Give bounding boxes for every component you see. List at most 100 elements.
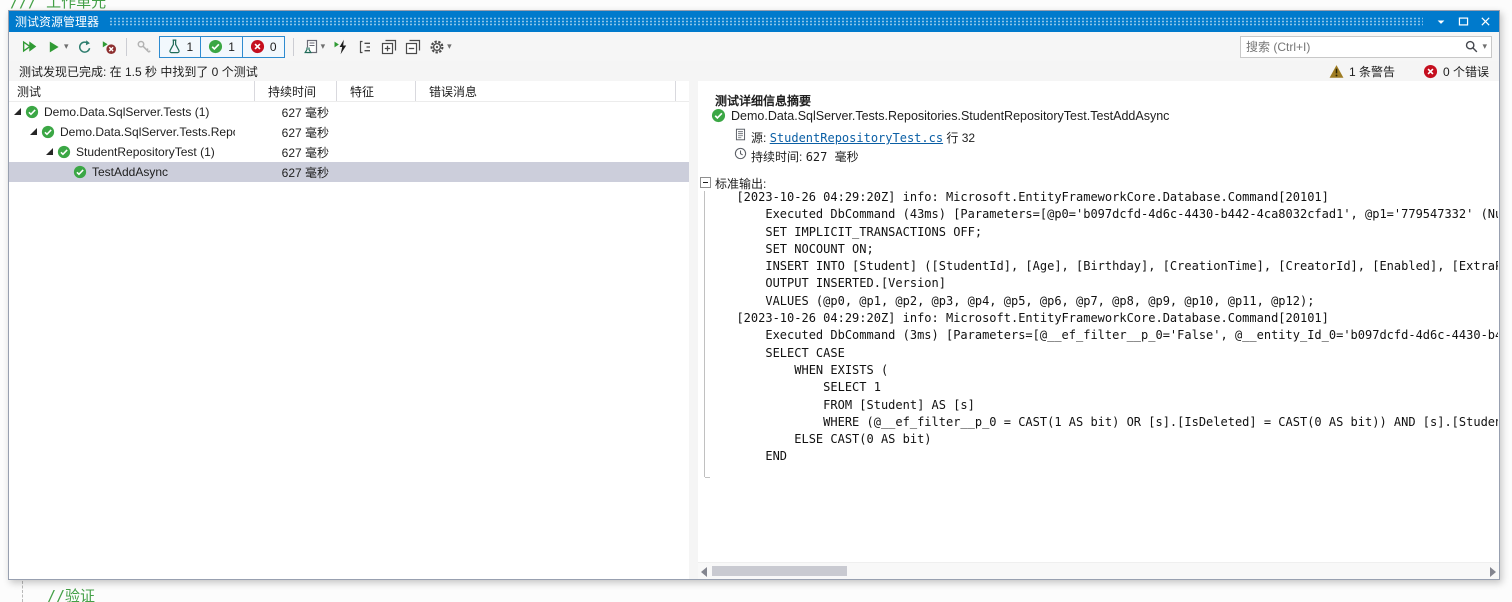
tree-expander-icon[interactable]	[29, 127, 39, 137]
test-name-label: TestAddAsync	[92, 165, 168, 179]
run-tests-button[interactable]: ▾	[43, 36, 72, 58]
details-passed-icon-slot	[711, 108, 726, 123]
editor-indent-guide	[22, 581, 23, 602]
window-position-menu-button[interactable]	[1433, 14, 1449, 30]
stdout-outline-guide	[704, 191, 705, 477]
column-header-test[interactable]: 测试	[9, 81, 255, 101]
passed-tests-count: 1	[228, 40, 235, 54]
group-by-button[interactable]	[354, 36, 376, 58]
duration-value: 627 毫秒	[806, 150, 859, 164]
run-all-tests-button[interactable]	[18, 36, 41, 58]
duration-label: 持续时间:	[751, 150, 802, 164]
run-after-build-button[interactable]	[330, 36, 352, 58]
errors-badge[interactable]: 0 个错误	[1423, 63, 1489, 80]
warnings-count-text: 1 条警告	[1349, 63, 1395, 80]
details-test-name: Demo.Data.SqlServer.Tests.Repositories.S…	[731, 109, 1169, 123]
test-tree: Demo.Data.SqlServer.Tests (1) 627 毫秒 Dem…	[9, 102, 689, 182]
scroll-right-arrow-icon[interactable]	[1490, 567, 1496, 577]
collapse-all-button[interactable]	[402, 36, 424, 58]
source-row: 源: StudentRepositoryTest.cs 行 32	[751, 129, 975, 146]
titlebar-grip[interactable]	[109, 17, 1423, 26]
filter-total-tests-button[interactable]: 1	[159, 36, 202, 58]
playlist-key-button	[133, 36, 155, 58]
source-file-icon-slot	[734, 128, 747, 141]
column-header-traits[interactable]: 特征	[337, 81, 416, 101]
close-window-button[interactable]	[1477, 14, 1493, 30]
column-header-duration[interactable]: 持续时间	[255, 81, 337, 101]
playlist-icon	[303, 39, 319, 55]
failed-tests-count: 0	[270, 40, 277, 54]
passed-filter-icon	[208, 39, 223, 54]
test-tree-row[interactable]: Demo.Data.SqlServer.Tests.Repo... 627 毫秒	[9, 122, 689, 142]
cancel-run-button[interactable]	[98, 36, 120, 58]
test-list-panel: 测试 持续时间 特征 错误消息 Demo.Data.SqlServer.Test…	[9, 81, 689, 579]
test-tree-row[interactable]: StudentRepositoryTest (1) 627 毫秒	[9, 142, 689, 162]
tree-expander-icon[interactable]	[45, 147, 55, 157]
background-code-bottom: //验证	[47, 585, 95, 602]
source-label: 源:	[751, 131, 766, 145]
horizontal-scrollbar[interactable]	[698, 562, 1499, 579]
lightning-icon	[333, 39, 349, 55]
result-filter-group: 1 1 0	[159, 36, 285, 58]
test-duration-value: 627 毫秒	[255, 104, 329, 121]
duration-row: 持续时间: 627 毫秒	[751, 148, 859, 165]
test-duration-value: 627 毫秒	[255, 164, 329, 181]
expand-all-icon	[381, 39, 397, 55]
tree-expander-icon[interactable]	[13, 107, 23, 117]
screen: /// 工作单元 //验证 测试资源管理器	[0, 0, 1512, 602]
scroll-left-arrow-icon[interactable]	[701, 567, 707, 577]
column-header-row: 测试 持续时间 特征 错误消息	[9, 81, 689, 102]
error-circle-icon	[1423, 64, 1438, 79]
test-name-label: Demo.Data.SqlServer.Tests (1)	[44, 105, 209, 119]
playlist-dropdown-caret-icon[interactable]: ▾	[321, 41, 326, 52]
window-title: 测试资源管理器	[9, 13, 99, 30]
run-dropdown-caret-icon[interactable]: ▾	[64, 41, 69, 52]
key-icon	[136, 39, 152, 55]
column-header-error-message[interactable]: 错误消息	[416, 81, 676, 101]
test-duration-value: 627 毫秒	[255, 124, 329, 141]
stdout-text: [2023-10-26 04:29:20Z] info: Microsoft.E…	[722, 189, 1498, 559]
test-tree-row[interactable]: TestAddAsync 627 毫秒	[9, 162, 689, 182]
warnings-badge[interactable]: 1 条警告	[1329, 63, 1395, 80]
search-options-caret-icon[interactable]: ▾	[1482, 41, 1487, 52]
expand-all-button[interactable]	[378, 36, 400, 58]
discovery-status-text: 测试发现已完成: 在 1.5 秒 中找到了 0 个测试	[19, 63, 258, 80]
search-box[interactable]: ▾	[1240, 36, 1492, 58]
float-window-icon	[1457, 15, 1470, 28]
test-passed-icon	[57, 145, 71, 159]
status-row: 测试发现已完成: 在 1.5 秒 中找到了 0 个测试 1 条警告 0 个	[9, 61, 1499, 81]
source-file-link[interactable]: StudentRepositoryTest.cs	[770, 131, 943, 145]
filter-failed-tests-button[interactable]: 0	[242, 36, 285, 58]
settings-gear-icon	[429, 39, 445, 55]
settings-dropdown-caret-icon[interactable]: ▾	[447, 41, 452, 52]
test-passed-icon	[25, 105, 39, 119]
repeat-run-icon	[77, 39, 93, 55]
test-tree-row[interactable]: Demo.Data.SqlServer.Tests (1) 627 毫秒	[9, 102, 689, 122]
search-icon[interactable]	[1464, 39, 1479, 54]
errors-count-text: 0 个错误	[1443, 63, 1489, 80]
search-input[interactable]	[1241, 40, 1464, 54]
panel-splitter[interactable]	[689, 81, 698, 579]
test-details-panel: 测试详细信息摘要 Demo.Data.SqlServer.Tests.Repos…	[698, 81, 1499, 579]
titlebar[interactable]: 测试资源管理器	[9, 11, 1499, 32]
float-window-button[interactable]	[1455, 14, 1471, 30]
collapse-all-icon	[405, 39, 421, 55]
filter-passed-tests-button[interactable]: 1	[200, 36, 243, 58]
test-name-label: Demo.Data.SqlServer.Tests.Repo...	[60, 125, 235, 139]
toolbar-separator	[293, 38, 294, 56]
details-title: 测试详细信息摘要	[715, 92, 811, 109]
run-icon	[46, 39, 62, 55]
repeat-last-run-button[interactable]	[74, 36, 96, 58]
test-passed-icon	[41, 125, 55, 139]
test-explorer-window: 测试资源管理器 ▾	[8, 10, 1500, 580]
toolbar-separator	[126, 38, 127, 56]
clock-icon	[734, 147, 747, 160]
toolbar: ▾	[9, 32, 1499, 61]
scrollbar-thumb[interactable]	[712, 566, 847, 576]
run-all-icon	[21, 38, 38, 55]
total-tests-count: 1	[187, 40, 194, 54]
chevron-down-icon	[1435, 16, 1447, 28]
stdout-collapse-toggle[interactable]	[700, 177, 711, 188]
settings-button[interactable]: ▾	[426, 36, 455, 58]
playlist-button[interactable]: ▾	[300, 36, 329, 58]
